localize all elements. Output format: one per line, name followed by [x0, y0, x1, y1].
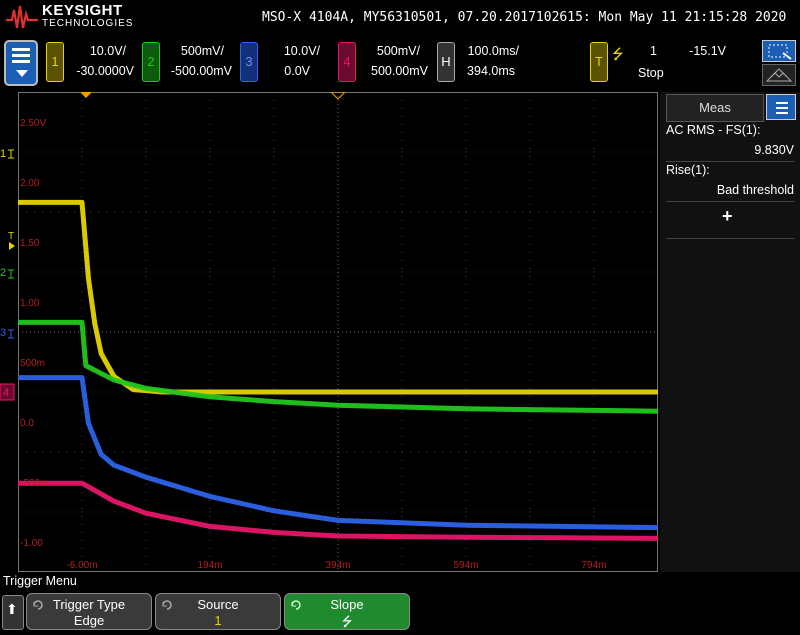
channel-2-offset: -500.00mV — [170, 64, 232, 78]
x-tick-label: 194m — [197, 560, 222, 571]
channel-3-ground-marker[interactable]: 3 — [0, 327, 14, 339]
divider — [666, 161, 794, 162]
trace-channel-4 — [18, 480, 659, 541]
channel-1-number: 1 — [51, 54, 59, 69]
softkey-slope[interactable]: Slope ⭍ — [284, 593, 410, 630]
menu-icon — [12, 48, 30, 66]
channel-3-number: 3 — [245, 54, 253, 69]
back-button[interactable]: ⬆ — [2, 595, 24, 630]
trace-channel-2 — [18, 319, 659, 414]
brand-name: KEYSIGHT — [42, 2, 123, 19]
waveform-mode-button[interactable] — [762, 64, 796, 86]
trigger-button[interactable]: T — [590, 42, 608, 82]
softkey-slope-label: Slope — [330, 597, 364, 612]
y-tick-label: 1.50 — [20, 238, 40, 249]
measurement-2-name: Rise(1): — [666, 163, 710, 177]
channel-1-offset: -30.0000V — [76, 64, 134, 78]
keysight-wave-icon — [6, 5, 38, 29]
left-marker-strip: 1 T 2 3 4 — [0, 148, 15, 401]
arrow-up-icon: ⬆ — [6, 602, 18, 618]
divider — [666, 201, 794, 202]
divider — [666, 238, 794, 239]
channel-3-offset: 0.0V — [284, 64, 310, 78]
svg-text:4: 4 — [3, 387, 9, 399]
channel-4-ground-marker[interactable]: 4 — [0, 383, 15, 401]
horizontal-label: H — [441, 54, 451, 69]
top-bar: KEYSIGHT TECHNOLOGIES MSO-X 4104A, MY563… — [0, 0, 800, 36]
softkey-menu-title: Trigger Menu — [3, 574, 77, 588]
x-tick-label: 394m — [325, 560, 350, 571]
measurement-2-value: Bad threshold — [716, 183, 794, 197]
svg-text:T: T — [8, 231, 14, 242]
trigger-source: 1 — [650, 44, 657, 58]
keysight-logo: KEYSIGHT TECHNOLOGIES — [4, 2, 144, 34]
trigger-position-marker — [80, 92, 92, 98]
svg-text:3: 3 — [0, 327, 6, 339]
horizontal-scale: 100.0ms/ — [467, 44, 519, 58]
channel-2-scale: 500mV/ — [180, 44, 224, 58]
x-tick-label: -6.00m — [66, 560, 97, 571]
select-region-icon — [768, 44, 792, 60]
y-tick-label: 1.00 — [20, 298, 40, 309]
measurement-panel: Meas AC RMS - FS(1): 9.830V Rise(1): Bad… — [660, 92, 800, 572]
channel-3-scale: 10.0V/ — [283, 44, 320, 58]
add-measurement-button[interactable]: + — [722, 206, 733, 227]
x-tick-label: 794m — [581, 560, 606, 571]
trigger-edge-icon: ⭍ — [612, 46, 624, 62]
measurement-1-value: 9.830V — [754, 143, 794, 157]
channel-1-ground-marker[interactable]: 1 — [0, 148, 14, 160]
channel-2-button[interactable]: 2 — [142, 42, 160, 82]
trigger-label: T — [595, 54, 603, 69]
measurement-1-name: AC RMS - FS(1): — [666, 123, 761, 137]
channel-4-scale: 500mV/ — [376, 44, 420, 58]
channel-1-scale: 10.0V/ — [89, 44, 126, 58]
waveform-display[interactable]: 2.50V 2.00 1.50 1.00 500m 0.0 -500m -1.00 -6.00… — [17, 91, 659, 573]
horizontal-button[interactable]: H — [437, 42, 455, 82]
x-tick-label: 594m — [453, 560, 478, 571]
horizontal-delay: 394.0ms — [467, 64, 515, 78]
channel-4-offset: 500.00mV — [371, 64, 428, 78]
softkey-trigger-type-value: Edge — [73, 613, 105, 628]
softkey-trigger-type[interactable]: Trigger Type Edge — [26, 593, 152, 630]
main-menu-button[interactable] — [4, 40, 38, 86]
channel-4-number: 4 — [343, 54, 351, 69]
softkey-source-value: 1 — [214, 613, 222, 628]
channel-3-button[interactable]: 3 — [240, 42, 258, 82]
instrument-title: MSO-X 4104A, MY56310501, 07.20.201710261… — [262, 10, 787, 25]
zoom-select-button[interactable] — [762, 40, 796, 62]
softkey-source[interactable]: Source 1 — [155, 593, 281, 630]
trace-channel-1 — [18, 199, 658, 395]
svg-text:2: 2 — [0, 267, 6, 279]
run-state: Stop — [638, 66, 664, 80]
y-tick-label: -500m — [20, 478, 48, 489]
horizontal-reference-marker — [329, 91, 347, 100]
meas-tab[interactable]: Meas — [666, 94, 764, 122]
y-tick-label: 0.0 — [20, 418, 34, 429]
waveform-triangle-icon — [765, 68, 793, 82]
waveform-graticule: 2.50V 2.00 1.50 1.00 500m 0.0 -500m -1.00 -6.00… — [17, 91, 659, 573]
channel-4-button[interactable]: 4 — [338, 42, 356, 82]
list-icon[interactable] — [766, 94, 796, 120]
trigger-level-marker[interactable]: T — [8, 231, 15, 250]
y-tick-label: -1.00 — [20, 538, 43, 549]
channel-2-ground-marker[interactable]: 2 — [0, 267, 14, 279]
brand-sub: TECHNOLOGIES — [42, 18, 134, 29]
y-tick-label: 2.00 — [20, 178, 40, 189]
softkey-trigger-type-label: Trigger Type — [52, 597, 126, 612]
channel-2-number: 2 — [147, 54, 155, 69]
chevron-down-icon — [16, 70, 28, 77]
y-tick-label: 2.50V — [20, 118, 46, 129]
softkey-source-label: Source — [197, 597, 239, 612]
svg-text:1: 1 — [0, 148, 6, 160]
channel-1-button[interactable]: 1 — [46, 42, 64, 82]
y-tick-label: 500m — [20, 358, 45, 369]
trigger-level: -15.1V — [689, 44, 726, 58]
